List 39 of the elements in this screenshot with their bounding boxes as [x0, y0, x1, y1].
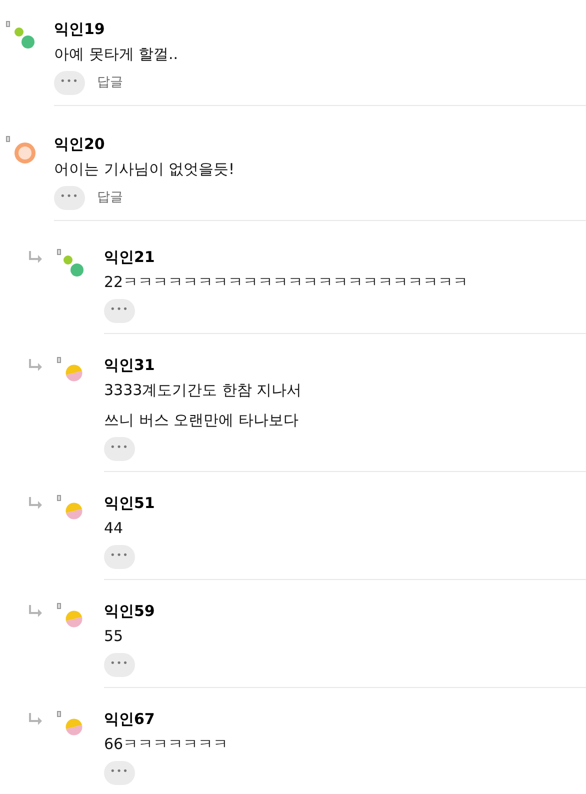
reply-arrow-icon — [29, 251, 43, 263]
comment-text: 22ㅋㅋㅋㅋㅋㅋㅋㅋㅋㅋㅋㅋㅋㅋㅋㅋㅋㅋㅋㅋㅋㅋㅋ — [104, 272, 470, 293]
comment-text: 어이는 기사님이 없엇을듯! — [54, 159, 236, 180]
author-name: 익인31 — [104, 355, 156, 375]
marker-icon — [6, 136, 10, 142]
comment-text: 55 — [104, 626, 124, 647]
reply-link[interactable]: 답글 — [97, 73, 123, 93]
marker-icon — [57, 603, 61, 609]
ring-avatar-icon — [14, 142, 36, 164]
reply-arrow-icon — [29, 605, 43, 617]
author-name: 익인19 — [54, 19, 106, 39]
reply-arrow-icon — [29, 359, 43, 371]
more-button[interactable]: ••• — [104, 545, 135, 569]
dots-avatar-icon — [14, 27, 36, 49]
marker-icon — [57, 495, 61, 501]
dots-avatar-icon — [63, 255, 85, 277]
author-name: 익인51 — [104, 493, 156, 513]
author-name: 익인59 — [104, 601, 156, 621]
reply-link[interactable]: 답글 — [97, 188, 123, 208]
author-name: 익인67 — [104, 709, 156, 729]
reply-arrow-icon — [29, 713, 43, 725]
more-button[interactable]: ••• — [104, 653, 135, 677]
comment-text: 쓰니 버스 오랜만에 타나보다 — [104, 410, 300, 431]
more-button[interactable]: ••• — [104, 761, 135, 785]
marker-icon — [57, 357, 61, 363]
comment-text: 44 — [104, 518, 124, 539]
reply-arrow-icon — [29, 497, 43, 509]
marker-icon — [57, 711, 61, 717]
marker-icon — [57, 249, 61, 255]
more-button[interactable]: ••• — [54, 186, 85, 210]
comment-text: 아예 못타게 할껄.. — [54, 44, 180, 65]
author-name: 익인20 — [54, 134, 106, 154]
more-button[interactable]: ••• — [104, 437, 135, 461]
more-button[interactable]: ••• — [104, 299, 135, 323]
comment-text: 66ㅋㅋㅋㅋㅋㅋㅋ — [104, 734, 230, 755]
marker-icon — [6, 21, 10, 27]
author-name: 익인21 — [104, 247, 156, 267]
comment-text: 3333계도기간도 한참 지나서 — [104, 380, 303, 401]
more-button[interactable]: ••• — [54, 71, 85, 95]
